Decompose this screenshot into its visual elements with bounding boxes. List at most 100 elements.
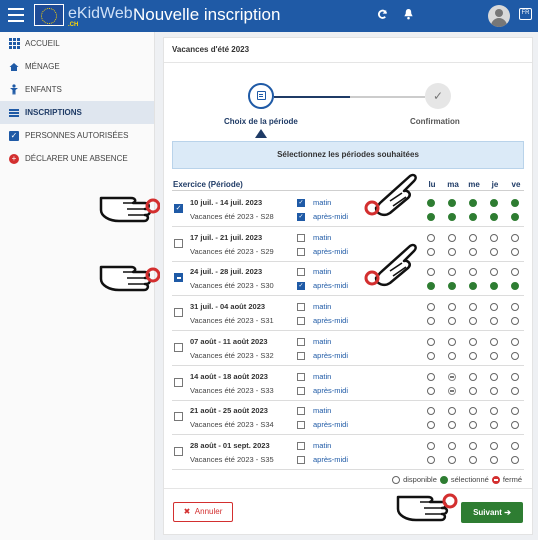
matin-label[interactable]: matin — [313, 337, 331, 346]
matin-label[interactable]: matin — [313, 267, 331, 276]
stepper-track — [350, 96, 425, 98]
apres-midi-label[interactable]: après-midi — [313, 281, 348, 290]
matin-checkbox[interactable] — [297, 233, 305, 242]
matin-checkbox[interactable] — [297, 441, 305, 450]
apres-midi-checkbox[interactable] — [297, 421, 305, 430]
week-checkbox[interactable] — [174, 446, 183, 456]
day-available-dot — [511, 421, 519, 430]
period-name: Vacances été 2023 - S29 — [190, 246, 274, 256]
day-available-dot — [448, 303, 456, 312]
sidebar-item-enfants[interactable]: ENFANTS — [0, 78, 154, 101]
matin-label[interactable]: matin — [313, 233, 331, 242]
matin-checkbox[interactable] — [297, 268, 305, 277]
apres-midi-checkbox[interactable] — [297, 247, 305, 256]
apres-midi-checkbox[interactable]: ✓ — [297, 213, 305, 221]
apres-midi-checkbox[interactable] — [297, 317, 305, 326]
day-available-dot — [427, 421, 435, 430]
day-available-dot — [469, 233, 477, 242]
step-choix-periode[interactable] — [248, 83, 274, 109]
day-selected-dot — [469, 213, 477, 221]
user-avatar[interactable] — [488, 5, 510, 27]
matin-label[interactable]: matin — [313, 198, 331, 207]
matin-checkbox[interactable] — [297, 407, 305, 416]
day-available-dot — [448, 455, 456, 464]
sidebar-item-personnes-autorisees[interactable]: ✓ PERSONNES AUTORISÉES — [0, 124, 154, 147]
apres-midi-label[interactable]: après-midi — [313, 420, 348, 429]
day-available-dot — [511, 351, 519, 360]
day-header: ma — [447, 180, 459, 189]
pointing-hand-icon — [364, 173, 417, 217]
matin-checkbox[interactable] — [297, 303, 305, 312]
day-available-dot — [511, 317, 519, 326]
apres-midi-label[interactable]: après-midi — [313, 455, 348, 464]
day-available-dot — [427, 351, 435, 360]
bell-icon[interactable] — [403, 8, 414, 23]
week-checkbox[interactable] — [174, 377, 183, 387]
week-checkbox[interactable] — [174, 273, 183, 283]
active-step-caret — [255, 129, 267, 138]
pointing-hand-icon — [396, 493, 458, 522]
registration-card: Vacances d'été 2023 ✓ Choix de la périod… — [163, 37, 533, 535]
day-header: me — [468, 180, 480, 189]
apres-midi-checkbox[interactable]: ✓ — [297, 282, 305, 291]
cancel-button[interactable]: ✖ Annuler — [173, 502, 233, 522]
day-available-dot — [511, 455, 519, 464]
sidebar-item-menage[interactable]: MÉNAGE — [0, 55, 154, 78]
day-available-dot — [469, 455, 477, 464]
apres-midi-label[interactable]: après-midi — [313, 316, 348, 325]
refresh-icon[interactable] — [377, 8, 388, 23]
period-name: Vacances été 2023 - S33 — [190, 385, 274, 395]
week-checkbox[interactable] — [174, 238, 183, 248]
day-available-dot — [427, 233, 435, 242]
apres-midi-label[interactable]: après-midi — [313, 212, 348, 221]
day-available-dot — [427, 247, 435, 256]
matin-checkbox[interactable]: ✓ — [297, 199, 305, 207]
step-confirmation[interactable]: ✓ — [425, 83, 451, 109]
day-available-dot — [511, 441, 519, 450]
day-available-dot — [448, 337, 456, 346]
period-name: Vacances été 2023 - S30 — [190, 281, 274, 291]
next-button[interactable]: Suivant ➔ — [461, 502, 523, 523]
table-row: ✓ 10 juil. - 14 juil. 2023 Vacances été 20… — [172, 193, 524, 227]
matin-label[interactable]: matin — [313, 372, 331, 381]
table-row: 07 août - 11 août 2023 Vacances été 2023 … — [172, 332, 524, 366]
sidebar-item-accueil[interactable]: ACCUEIL — [0, 32, 154, 55]
table-row: 21 août - 25 août 2023 Vacances été 2023 … — [172, 401, 524, 436]
period-dates: 24 juil. - 28 juil. 2023 — [190, 267, 263, 277]
home-grid-icon — [8, 38, 20, 49]
day-selected-dot — [469, 199, 477, 207]
week-checkbox[interactable]: ✓ — [174, 204, 183, 213]
day-selected-dot — [427, 282, 435, 291]
next-label: Suivant — [473, 508, 502, 517]
sidebar-item-declarer-absence[interactable]: + DÉCLARER UNE ABSENCE — [0, 147, 154, 170]
day-header: je — [491, 180, 499, 189]
apres-midi-checkbox[interactable] — [297, 455, 305, 464]
messages-icon[interactable]: FR — [519, 8, 532, 20]
matin-checkbox[interactable] — [297, 337, 305, 346]
menu-icon[interactable] — [8, 8, 24, 22]
matin-label[interactable]: matin — [313, 406, 331, 415]
apres-midi-checkbox[interactable] — [297, 386, 305, 395]
sidebar-item-label: INSCRIPTIONS — [25, 108, 82, 117]
apres-midi-label[interactable]: après-midi — [313, 386, 348, 395]
table-row: 14 août - 18 août 2023 Vacances été 2023 … — [172, 367, 524, 401]
week-checkbox[interactable] — [174, 308, 183, 318]
matin-label[interactable]: matin — [313, 302, 331, 311]
week-checkbox[interactable] — [174, 342, 183, 352]
day-available-dot — [469, 247, 477, 256]
week-checkbox[interactable] — [174, 412, 183, 422]
day-available-dot — [490, 337, 498, 346]
day-available-dot — [469, 351, 477, 360]
matin-checkbox[interactable] — [297, 372, 305, 381]
sidebar-item-inscriptions[interactable]: INSCRIPTIONS — [0, 101, 154, 124]
apres-midi-checkbox[interactable] — [297, 351, 305, 360]
day-available-dot — [511, 407, 519, 416]
pointing-hand-icon — [99, 265, 160, 292]
apres-midi-label[interactable]: après-midi — [313, 247, 348, 256]
matin-label[interactable]: matin — [313, 441, 331, 450]
day-available-dot — [448, 407, 456, 416]
apres-midi-label[interactable]: après-midi — [313, 351, 348, 360]
day-selected-dot — [448, 199, 456, 207]
day-available-dot — [490, 386, 498, 395]
cancel-label: Annuler — [194, 507, 223, 516]
